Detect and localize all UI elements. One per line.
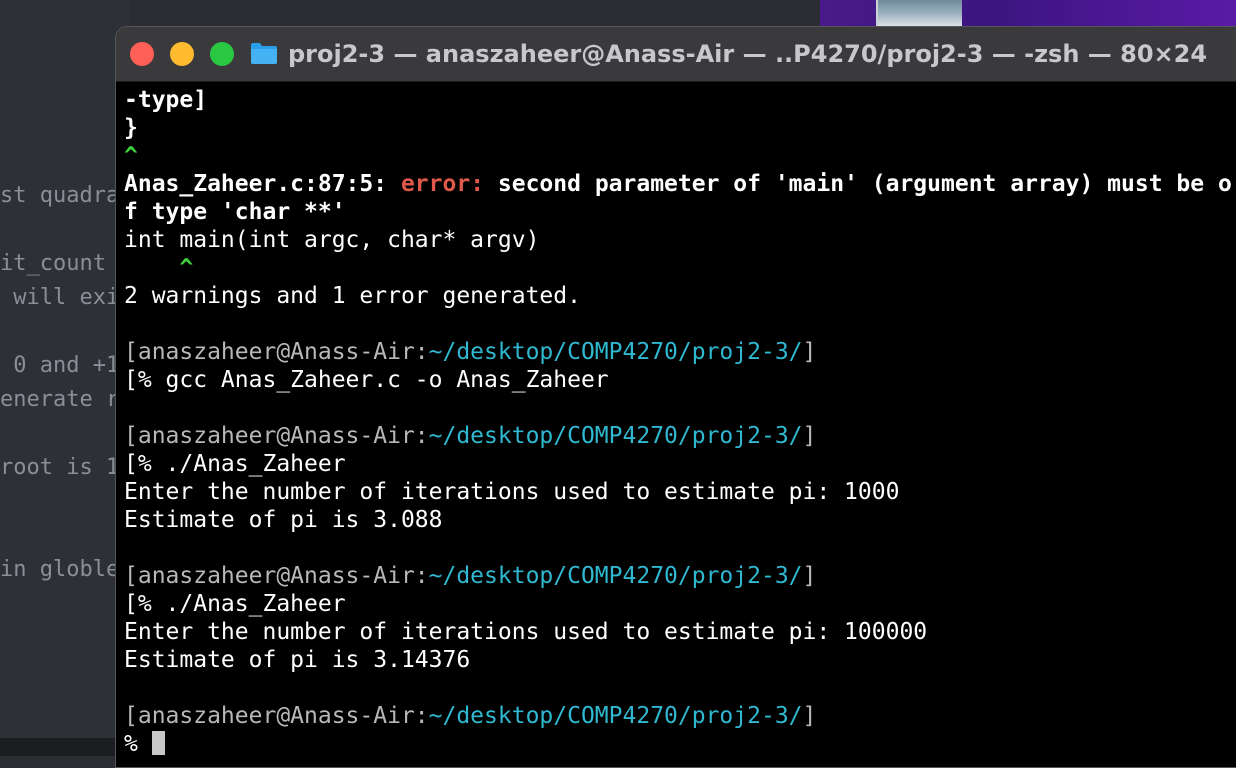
prompt-end: ] bbox=[802, 703, 817, 729]
output-line: Estimate of pi is 3.088 bbox=[124, 507, 443, 533]
active-command-line[interactable]: % bbox=[124, 730, 1236, 758]
terminal-window[interactable]: proj2-3 — anaszaheer@Anass-Air — ..P4270… bbox=[115, 26, 1236, 768]
prompt-path: ~/desktop/COMP4270/proj2-3/ bbox=[428, 703, 803, 729]
output-line: } bbox=[124, 115, 138, 141]
prompt-user: [anaszaheer@Anass-Air: bbox=[124, 703, 429, 729]
output-line: Estimate of pi is 3.14376 bbox=[124, 647, 471, 673]
editor-line: enerate r bbox=[0, 387, 120, 412]
output-line: Enter the number of iterations used to e… bbox=[124, 619, 928, 645]
editor-line: 0 and +1 bbox=[0, 353, 120, 378]
prompt-end: ] bbox=[802, 563, 817, 589]
editor-status-bar bbox=[0, 738, 130, 756]
error-location: Anas_Zaheer.c:87:5: bbox=[124, 171, 401, 197]
prompt-user: [anaszaheer@Anass-Air: bbox=[124, 423, 429, 449]
output-line: 2 warnings and 1 error generated. bbox=[124, 283, 581, 309]
prompt-end: ] bbox=[802, 423, 817, 449]
editor-line: root is 1 bbox=[0, 455, 120, 480]
output-line: -type] bbox=[124, 87, 208, 113]
command-line: [% gcc Anas_Zaheer.c -o Anas_Zaheer bbox=[124, 367, 609, 393]
prompt-line: [anaszaheer@Anass-Air:~/desktop/COMP4270… bbox=[124, 422, 1236, 450]
prompt-path: ~/desktop/COMP4270/proj2-3/ bbox=[428, 563, 803, 589]
prompt-user: [anaszaheer@Anass-Air: bbox=[124, 339, 429, 365]
folder-icon bbox=[251, 43, 277, 64]
error-message: second parameter of 'main' (argument arr… bbox=[497, 171, 1232, 197]
prompt-line: [anaszaheer@Anass-Air:~/desktop/COMP4270… bbox=[124, 562, 1236, 590]
editor-line: in globle bbox=[0, 557, 120, 582]
output-line: Enter the number of iterations used to e… bbox=[124, 479, 900, 505]
prompt-user: [anaszaheer@Anass-Air: bbox=[124, 563, 429, 589]
close-button[interactable] bbox=[130, 42, 154, 66]
editor-line: it_count bbox=[0, 251, 106, 276]
background-editor-window: st quadra it_count will exi 0 and +1 ene… bbox=[0, 0, 130, 756]
title-bar[interactable]: proj2-3 — anaszaheer@Anass-Air — ..P4270… bbox=[116, 27, 1236, 82]
prompt-path: ~/desktop/COMP4270/proj2-3/ bbox=[428, 339, 803, 365]
editor-line: st quadra bbox=[0, 183, 120, 208]
output-line: f type 'char **' bbox=[124, 199, 346, 225]
editor-line: will exi bbox=[0, 285, 120, 310]
minimize-button[interactable] bbox=[170, 42, 194, 66]
command-line: [% ./Anas_Zaheer bbox=[124, 591, 346, 617]
error-label: error: bbox=[400, 171, 498, 197]
window-title: proj2-3 — anaszaheer@Anass-Air — ..P4270… bbox=[288, 40, 1208, 68]
prompt-line: [anaszaheer@Anass-Air:~/desktop/COMP4270… bbox=[124, 338, 1236, 366]
terminal-output[interactable]: -type] } ^ Anas_Zaheer.c:87:5: error: se… bbox=[124, 86, 1236, 758]
output-line: int main(int argc, char* argv) bbox=[124, 227, 540, 253]
prompt-path: ~/desktop/COMP4270/proj2-3/ bbox=[428, 423, 803, 449]
text-cursor bbox=[151, 731, 165, 755]
caret-line: ^ bbox=[124, 255, 194, 281]
prompt-symbol: % bbox=[124, 731, 152, 757]
desktop-thumbnail[interactable] bbox=[876, 0, 962, 26]
prompt-end: ] bbox=[802, 339, 817, 365]
maximize-button[interactable] bbox=[210, 42, 234, 66]
prompt-line: [anaszaheer@Anass-Air:~/desktop/COMP4270… bbox=[124, 702, 1236, 730]
command-line: [% ./Anas_Zaheer bbox=[124, 451, 346, 477]
error-line: Anas_Zaheer.c:87:5: error: second parame… bbox=[124, 170, 1236, 198]
caret-line: ^ bbox=[124, 143, 138, 169]
